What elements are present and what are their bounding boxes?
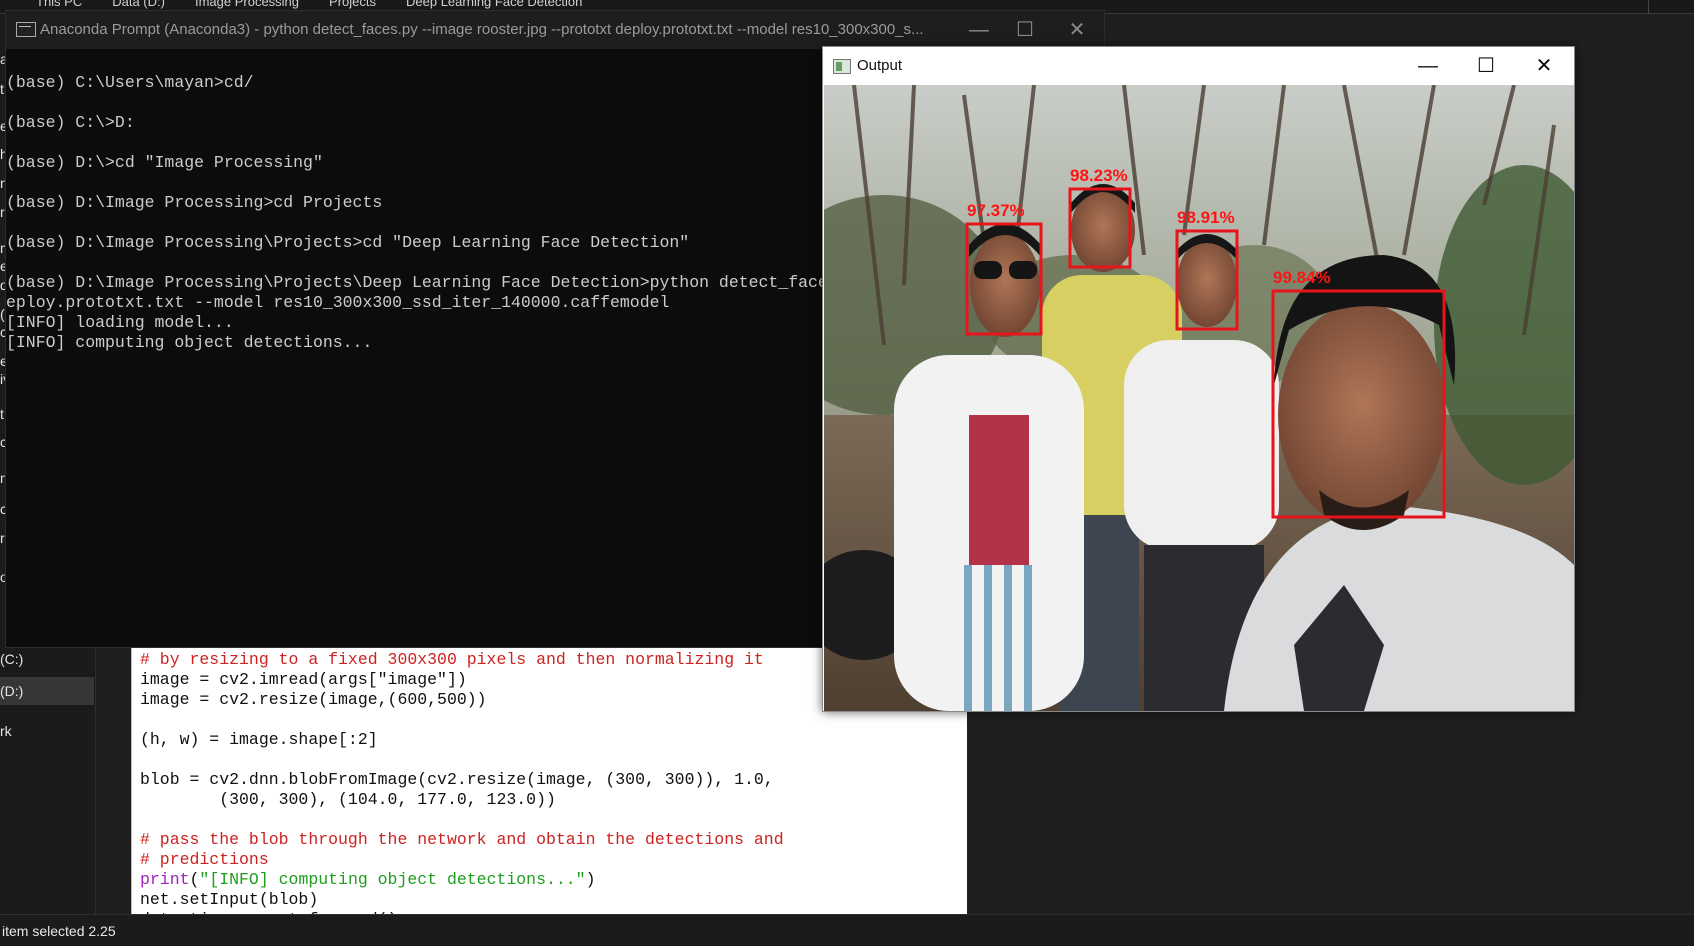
maximize-button[interactable]: ☐: [1002, 11, 1048, 49]
detection-label-3: 98.91%: [1177, 208, 1235, 227]
code-line[interactable]: (300, 300), (104.0, 177.0, 123.0)): [140, 790, 556, 810]
detection-image: 97.37% 98.23% 98.91% 99.84%: [824, 85, 1574, 711]
sidebar-label-fragment: (: [0, 306, 5, 322]
prompt-title: Anaconda Prompt (Anaconda3) - python det…: [40, 21, 924, 38]
sidebar-item-network[interactable]: rk: [0, 723, 12, 739]
explorer-status-bar: item selected 2.25: [0, 914, 1694, 946]
desktop: This PC Data (D:) Image Processing Projects…: [0, 0, 1694, 946]
console-line: (base) D:\Image Processing>cd Projects: [6, 193, 383, 212]
detection-label-1: 97.37%: [967, 201, 1025, 220]
code-line[interactable]: image = cv2.resize(image,(600,500)): [140, 690, 487, 710]
breadcrumb-item[interactable]: Data (D:): [112, 0, 165, 9]
code-line[interactable]: image = cv2.imread(args["image"]): [140, 670, 467, 690]
code-line[interactable]: print("[INFO] computing object detection…: [140, 870, 596, 890]
console-line: (base) C:\Users\mayan>cd/: [6, 73, 254, 92]
console-line: [INFO] loading model...: [6, 313, 234, 332]
output-titlebar[interactable]: Output — ☐ ✕: [823, 47, 1574, 85]
explorer-nav-button[interactable]: [1648, 0, 1694, 14]
minimize-button[interactable]: —: [1405, 47, 1451, 85]
breadcrumb-item[interactable]: This PC: [36, 0, 82, 9]
code-line[interactable]: # by resizing to a fixed 300x300 pixels …: [140, 650, 764, 670]
sidebar-item-c-drive[interactable]: (C:): [0, 651, 23, 667]
console-line: (base) D:\Image Processing\Projects>cd "…: [6, 233, 690, 252]
console-line: (base) C:\>D:: [6, 113, 135, 132]
sidebar-label-fragment: r: [0, 530, 5, 546]
sidebar-item-d-drive-label[interactable]: (D:): [0, 683, 23, 699]
prompt-titlebar[interactable]: Anaconda Prompt (Anaconda3) - python det…: [6, 11, 1104, 49]
sidebar-label-fragment: t: [0, 81, 4, 97]
breadcrumb[interactable]: This PC Data (D:) Image Processing Projects…: [36, 0, 612, 9]
detection-label-2: 98.23%: [1070, 166, 1128, 185]
code-line[interactable]: # predictions: [140, 850, 269, 870]
maximize-button[interactable]: ☐: [1463, 47, 1509, 85]
code-line[interactable]: (h, w) = image.shape[:2]: [140, 730, 378, 750]
group-photo: 97.37% 98.23% 98.91% 99.84%: [824, 85, 1574, 711]
code-line[interactable]: # pass the blob through the network and …: [140, 830, 784, 850]
console-line: (base) D:\>cd "Image Processing": [6, 153, 323, 172]
detection-label-4: 99.84%: [1273, 268, 1331, 287]
status-text: item selected 2.25: [2, 923, 116, 939]
sidebar-label-fragment: r: [0, 204, 5, 220]
close-button[interactable]: ✕: [1054, 11, 1100, 49]
console-line: [INFO] computing object detections...: [6, 333, 373, 352]
sidebar-label-fragment: t: [0, 406, 4, 422]
close-button[interactable]: ✕: [1521, 47, 1567, 85]
code-line[interactable]: net.setInput(blob): [140, 890, 318, 910]
breadcrumb-item[interactable]: Deep Learning Face Detection: [406, 0, 582, 9]
image-window-icon: [833, 59, 851, 74]
output-title: Output: [857, 57, 903, 74]
minimize-button[interactable]: —: [956, 11, 1002, 49]
terminal-icon: [16, 22, 36, 37]
console-line: eploy.prototxt.txt --model res10_300x300…: [6, 293, 670, 312]
breadcrumb-item[interactable]: Image Processing: [195, 0, 299, 9]
output-window[interactable]: Output — ☐ ✕ 97.37% 98.23% 98.91% 99.84%: [822, 46, 1575, 712]
breadcrumb-item[interactable]: Projects: [329, 0, 376, 9]
code-line[interactable]: blob = cv2.dnn.blobFromImage(cv2.resize(…: [140, 770, 774, 790]
